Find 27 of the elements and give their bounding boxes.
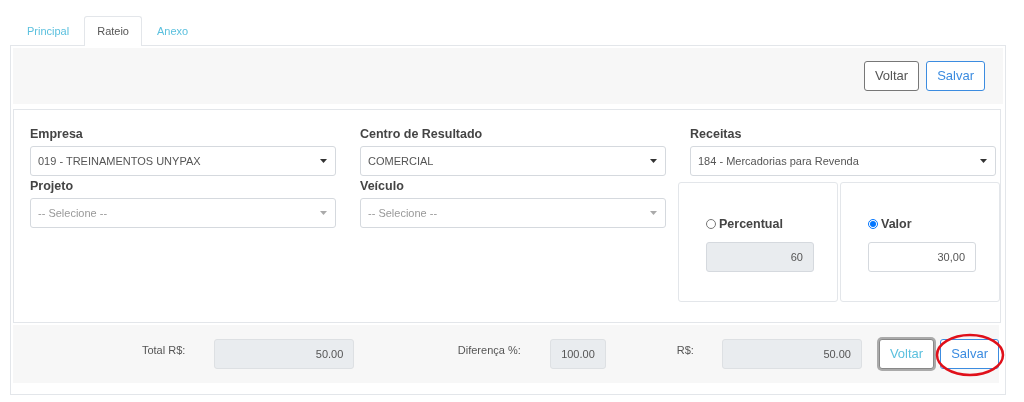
amount-field[interactable]: 30,00 [868,241,976,272]
total-label: R$: [675,343,694,358]
caret-icon [320,211,327,215]
field-label: Projeto [30,178,75,194]
caret-icon [980,159,987,163]
total-label: Diferença %: [456,343,521,358]
select-field[interactable]: COMERCIAL [360,146,666,176]
radio-label: Percentual [719,216,783,233]
caret-icon [650,211,657,215]
caret-icon [650,159,657,163]
field-label: Veículo [360,178,405,194]
total-field[interactable]: 50.00 [721,339,862,369]
field-label: Centro de Resultado [360,126,484,142]
save-button[interactable]: Salvar [940,339,999,369]
radio-label: Valor [881,216,912,233]
tab[interactable]: Rateio [84,16,142,46]
field-label: Receitas [690,126,743,142]
total-field[interactable]: 50.00 [214,339,355,369]
caret-icon [320,159,327,163]
select-field[interactable]: 019 - TREINAMENTOS UNYPAX [30,146,336,176]
back-button[interactable]: Voltar [863,61,920,91]
radio-button[interactable] [868,219,878,230]
select-field[interactable]: 184 - Mercadorias para Revenda [690,146,996,176]
total-field[interactable]: 100.00 [549,339,606,369]
field-label: Empresa [30,126,84,142]
save-button[interactable]: Salvar [926,61,985,91]
total-label: Total R$: [140,343,186,358]
